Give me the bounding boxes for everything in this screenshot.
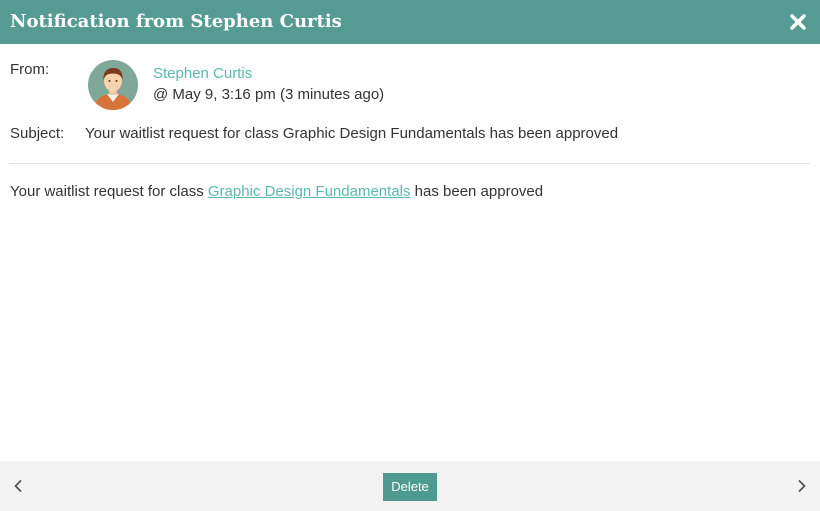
- subject-label: Subject:: [10, 125, 65, 142]
- chevron-right-icon[interactable]: [794, 478, 810, 494]
- divider: [10, 163, 810, 164]
- from-label: From:: [10, 61, 50, 78]
- notification-dialog: Notification from Stephen Curtis From: S…: [0, 0, 820, 511]
- dialog-title: Notification from Stephen Curtis: [10, 11, 342, 32]
- subject-text: Your waitlist request for class Graphic …: [85, 125, 619, 142]
- sender-name-link[interactable]: Stephen Curtis: [153, 65, 252, 82]
- sender-avatar: [88, 60, 138, 110]
- sent-timestamp: @ May 9, 3:16 pm (3 minutes ago): [153, 86, 385, 103]
- close-icon[interactable]: [788, 12, 808, 32]
- dialog-header: Notification from Stephen Curtis: [0, 0, 820, 44]
- message-body: Your waitlist request for class Graphic …: [10, 183, 543, 200]
- delete-button[interactable]: Delete: [383, 473, 437, 501]
- dialog-footer: Delete: [0, 461, 820, 511]
- chevron-left-icon[interactable]: [10, 478, 26, 494]
- class-link[interactable]: Graphic Design Fundamentals: [208, 183, 411, 200]
- body-prefix: Your waitlist request for class: [10, 183, 208, 200]
- body-suffix: has been approved: [410, 183, 544, 200]
